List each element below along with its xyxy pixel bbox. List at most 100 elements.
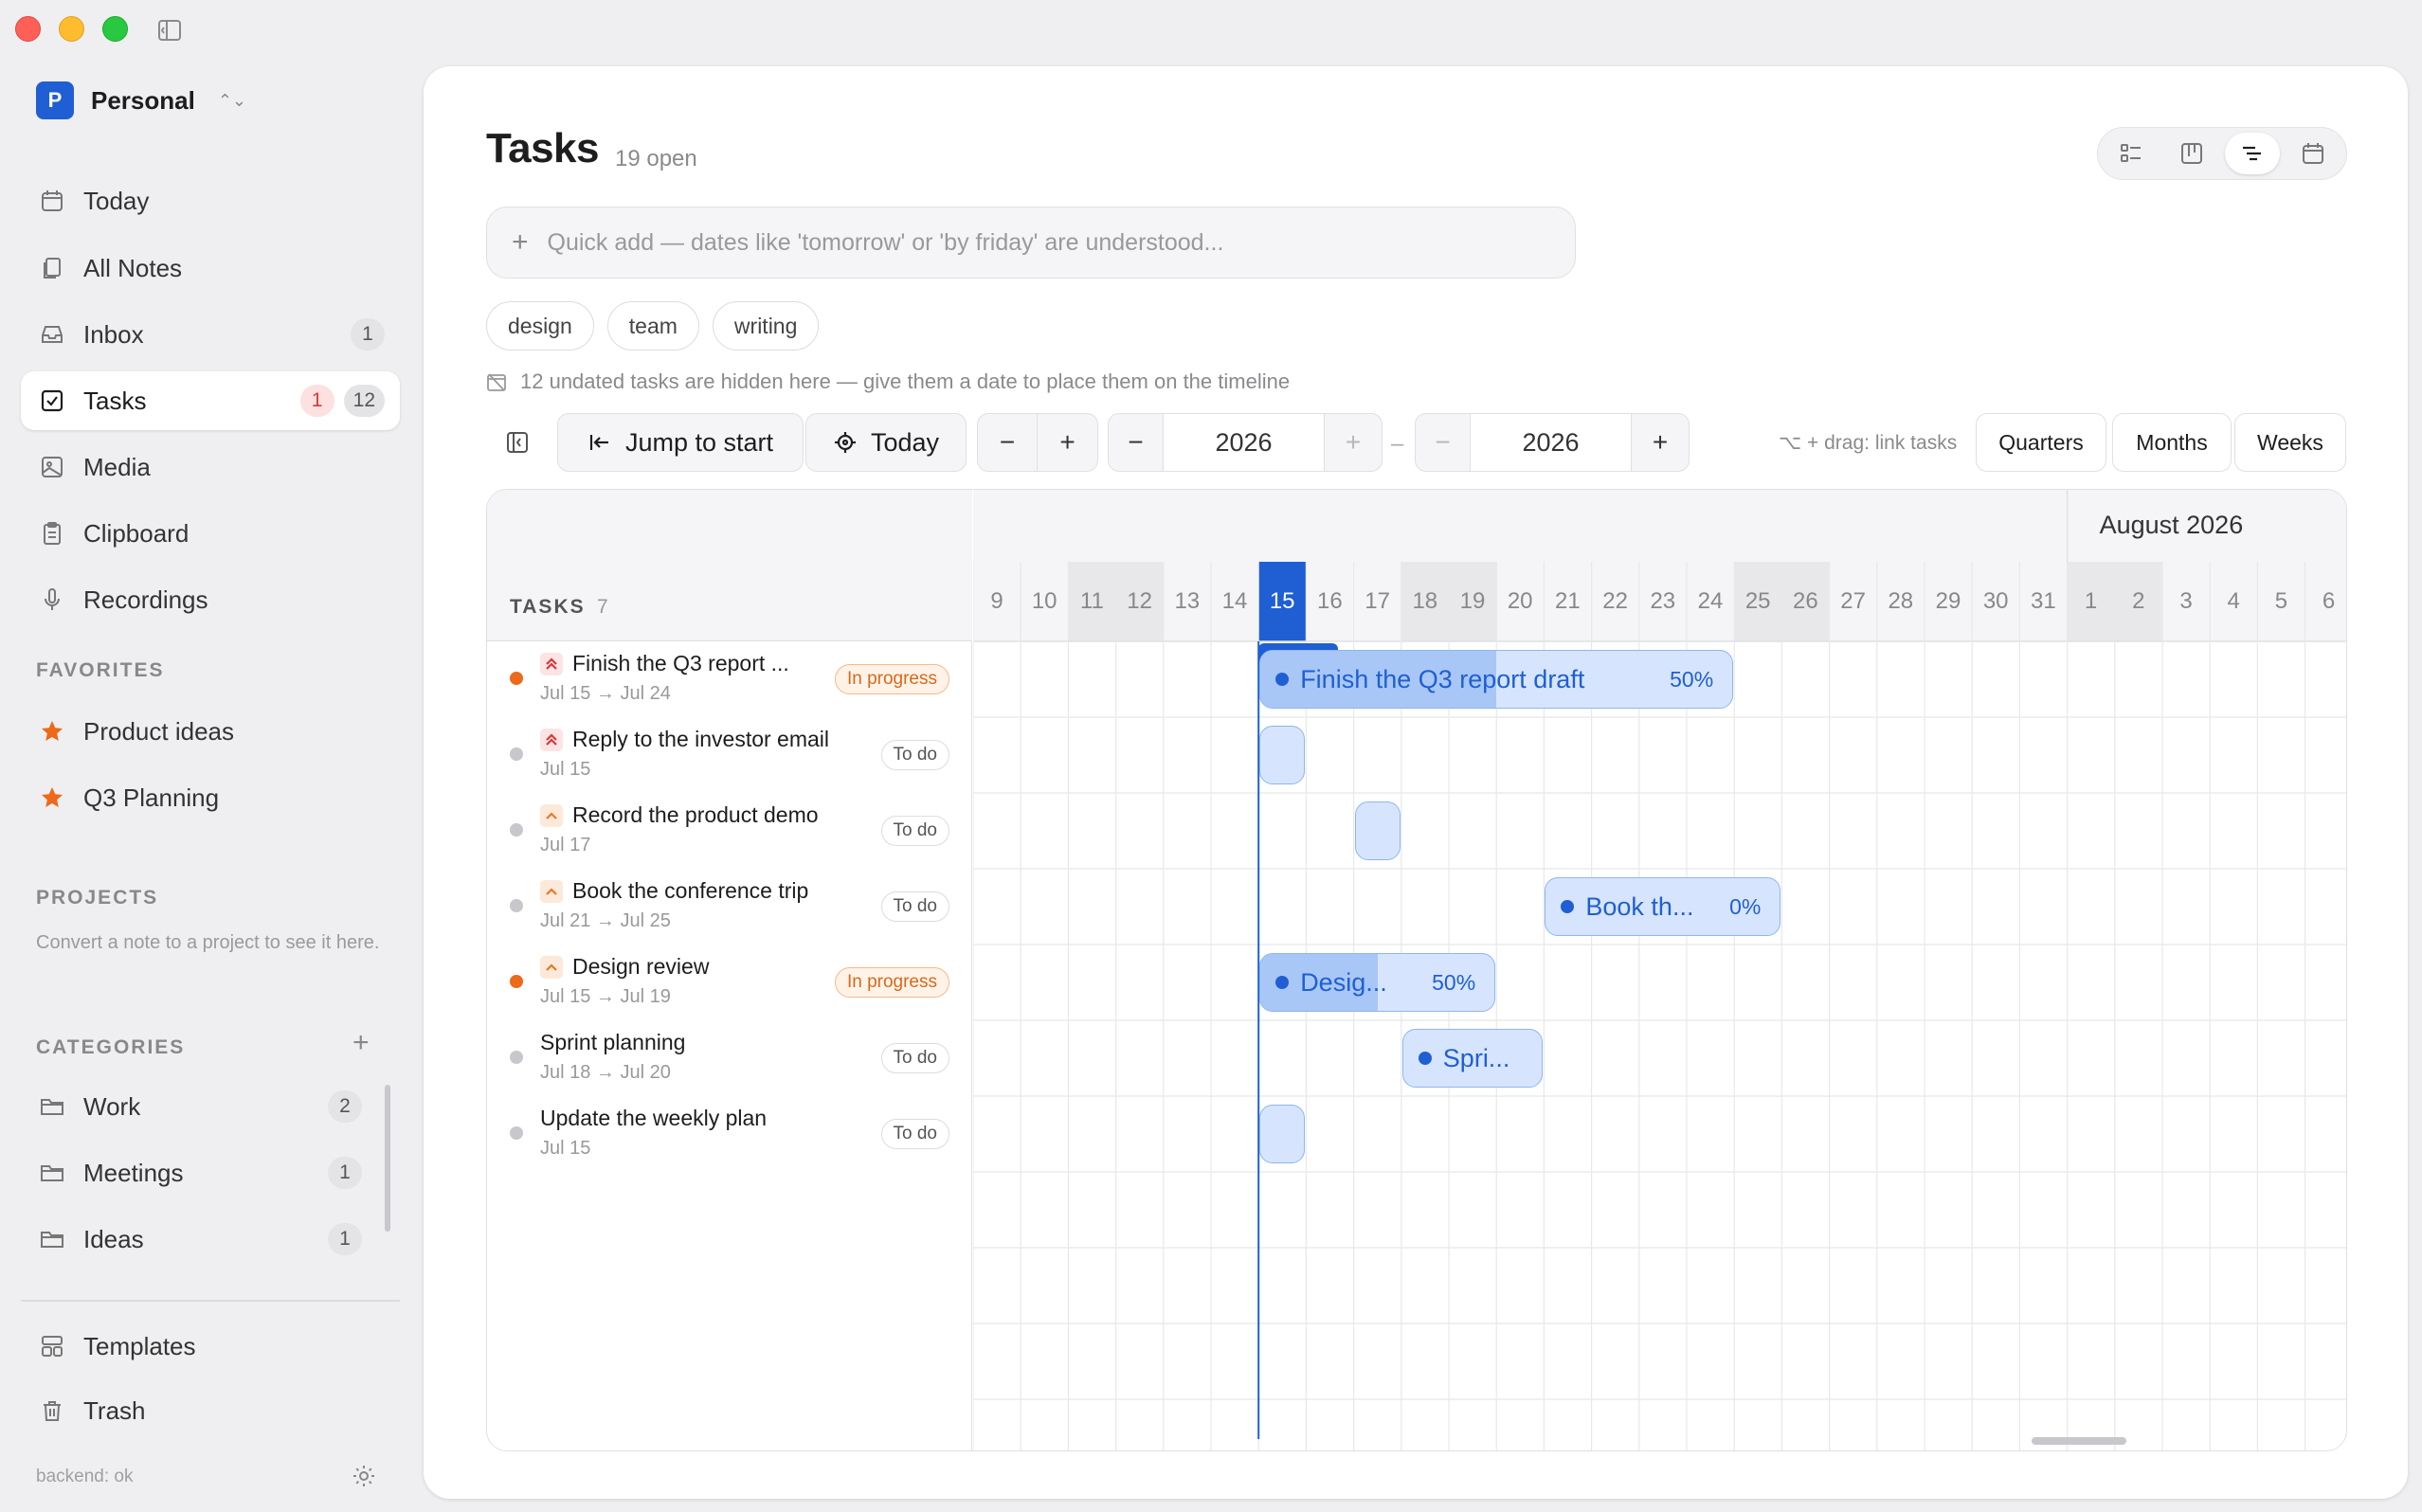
category-item-ideas[interactable]: Ideas 1 [21,1210,400,1269]
zoom-quarters-button[interactable]: Quarters [1976,413,2106,472]
task-bar[interactable]: Desig... 50% [1259,953,1496,1012]
year-range-dash: – [1391,431,1404,457]
status-badge[interactable]: To do [880,1043,949,1073]
day-label: 12 [1127,588,1152,614]
task-bar[interactable]: Book th... 0% [1545,877,1781,936]
task-bar[interactable]: Spri... [1401,1029,1544,1088]
start-year-value[interactable]: 2026 [1164,414,1325,471]
sidebar-item-trash[interactable]: Trash [21,1381,400,1440]
sidebar-item-label: Today [83,186,150,215]
category-item-meetings[interactable]: Meetings 1 [21,1143,400,1202]
calendar-off-icon [487,373,506,391]
day-label: 31 [2031,588,2056,614]
task-row[interactable]: Sprint planning Jul 18 → Jul 20 To do [487,1020,972,1096]
window-maximize-button[interactable] [102,16,128,42]
end-year-decrement[interactable]: − [1416,414,1471,471]
favorite-label: Q3 Planning [83,783,220,812]
timeline-grid [973,490,2346,1450]
sidebar-toggle-icon[interactable] [157,19,182,42]
bar-label: Spri... [1442,1043,1510,1072]
templates-icon [38,1332,66,1360]
day-label: 26 [1793,588,1818,614]
sidebar-item-recordings[interactable]: Recordings [21,570,400,629]
task-row[interactable]: Record the product demo Jul 17 To do [487,793,972,869]
category-label: Ideas [83,1224,144,1253]
start-year-increment[interactable]: + [1325,414,1382,471]
start-year-decrement[interactable]: − [1109,414,1164,471]
task-bar[interactable] [1354,801,1401,860]
sidebar-item-media[interactable]: Media [21,438,400,496]
sidebar-item-inbox[interactable]: Inbox 1 [21,305,400,364]
calendar-view-button[interactable] [2286,133,2341,174]
task-row[interactable]: Book the conference trip Jul 21 → Jul 25 T… [487,869,972,945]
task-row[interactable]: Reply to the investor email Jul 15 To do [487,717,972,793]
tasks-count-badge: 12 [343,385,385,417]
board-view-button[interactable] [2164,133,2219,174]
workspace-switcher[interactable]: P Personal ⌃⌄ [36,81,246,119]
undated-hint-text: 12 undated tasks are hidden here — give … [520,369,1291,393]
task-name: Record the product demo [572,802,819,827]
tag-filter-team[interactable]: team [606,301,699,351]
timeline-horizontal-scrollbar[interactable] [2032,1437,2126,1445]
crosshair-icon [834,432,856,453]
task-row[interactable]: Finish the Q3 report ... Jul 15 → Jul 24 I… [487,641,972,717]
task-dates: Jul 15 [540,759,591,780]
status-badge[interactable]: To do [880,816,949,846]
end-year-increment[interactable]: + [1632,414,1689,471]
sidebar-item-today[interactable]: Today [21,171,400,230]
window-close-button[interactable] [15,16,41,42]
jump-start-icon [589,435,608,450]
sidebar-item-clipboard[interactable]: Clipboard [21,504,400,563]
today-button[interactable]: Today [805,413,967,472]
settings-gear-icon[interactable] [351,1463,377,1489]
sidebar-item-tasks[interactable]: Tasks 1 12 [21,371,400,430]
day-label: 17 [1365,588,1390,614]
tag-filter-writing[interactable]: writing [712,301,820,351]
zoom-out-button[interactable]: − [978,414,1039,471]
status-badge[interactable]: To do [880,740,949,770]
tag-filter-list: design team writing [486,301,820,351]
status-badge[interactable]: In progress [834,664,949,694]
sidebar-scrollbar[interactable] [385,1085,390,1232]
status-badge[interactable]: In progress [834,967,949,998]
zoom-weeks-button[interactable]: Weeks [2234,413,2346,472]
task-name: Design review [572,954,710,979]
task-row[interactable]: Update the weekly plan Jul 15 To do [487,1096,972,1172]
timeline-area[interactable]: August 2026 9 10 11 12 13 14 15 16 17 18 19 20 21 22 2… [973,490,2346,1450]
end-year-value[interactable]: 2026 [1471,414,1632,471]
quick-add-field[interactable]: + [486,207,1576,279]
folder-icon [38,1092,66,1121]
zoom-months-button[interactable]: Months [2112,413,2232,472]
favorite-item-product-ideas[interactable]: Product ideas [21,702,400,761]
jump-to-start-button[interactable]: Jump to start [557,413,804,472]
sidebar-item-label: Trash [83,1395,146,1425]
tasks-column-count: 7 [597,596,608,618]
sidebar-item-label: Clipboard [83,518,190,548]
favorite-item-q3-planning[interactable]: Q3 Planning [21,768,400,827]
status-badge[interactable]: To do [880,1119,949,1149]
main-panel: Tasks 19 open + design team writing 12 u… [424,66,2408,1499]
bar-label: Book th... [1585,891,1694,921]
status-badge[interactable]: To do [880,891,949,922]
window-minimize-button[interactable] [59,16,84,42]
day-label: 13 [1174,588,1201,614]
bar-dot [1561,900,1575,913]
task-row[interactable]: Design review Jul 15 → Jul 19 In progress [487,945,972,1020]
timeline-view-button[interactable] [2225,133,2280,174]
sidebar-item-templates[interactable]: Templates [21,1317,400,1376]
sidebar-item-all-notes[interactable]: All Notes [21,239,400,297]
month-label: August 2026 [2099,511,2244,539]
add-category-button[interactable]: + [352,1027,370,1059]
list-view-button[interactable] [2104,133,2159,174]
task-bar[interactable] [1259,726,1306,784]
task-bar[interactable] [1259,1105,1306,1163]
tag-filter-design[interactable]: design [486,301,594,351]
task-bar[interactable]: Finish the Q3 report draft 50% [1259,650,1734,709]
task-name: Sprint planning [540,1030,686,1054]
day-label: 16 [1317,588,1343,614]
collapse-task-list-button[interactable] [492,413,543,472]
task-list-header: TASKS 7 [487,490,972,641]
category-item-work[interactable]: Work 2 [21,1077,400,1136]
zoom-in-button[interactable]: + [1038,414,1097,471]
quick-add-input[interactable] [547,228,1543,257]
